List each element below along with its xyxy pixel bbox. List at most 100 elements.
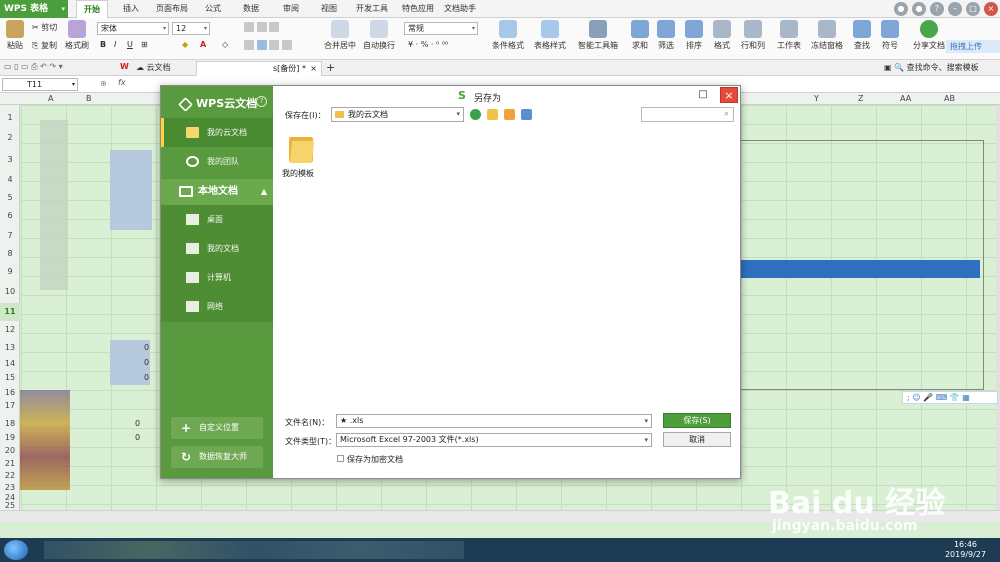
minimize-icon[interactable]: –	[948, 2, 962, 16]
sidebar-item-my-team[interactable]: 我的团队	[161, 147, 273, 176]
row-19[interactable]: 19	[0, 433, 20, 442]
worksheet-button[interactable]: 工作表	[774, 20, 804, 51]
upload-button[interactable]: 拖拽上传	[946, 40, 1000, 53]
row-8[interactable]: 8	[0, 249, 20, 258]
row-23[interactable]: 23	[0, 483, 20, 492]
column-z[interactable]: Z	[858, 93, 863, 105]
maximize-icon[interactable]: □	[696, 88, 710, 102]
settings-icon[interactable]: ●	[912, 2, 926, 16]
start-button[interactable]	[4, 540, 28, 560]
name-box[interactable]: T11 ▾	[2, 78, 78, 91]
clear-format-icon[interactable]: ◇	[222, 40, 228, 49]
bold-icon[interactable]: B	[100, 40, 106, 49]
view-mode-icon[interactable]	[521, 109, 532, 120]
column-y[interactable]: Y	[814, 93, 819, 105]
folder-item-label[interactable]: 我的模板	[282, 168, 314, 179]
row-25[interactable]: 25	[0, 501, 20, 510]
row-14[interactable]: 14	[0, 359, 20, 368]
tab-special[interactable]: 特色应用	[398, 0, 438, 18]
format-painter-button[interactable]: 格式刷	[64, 20, 90, 51]
row-3[interactable]: 3	[0, 155, 20, 164]
row-5[interactable]: 5	[0, 193, 20, 202]
up-folder-icon[interactable]	[487, 109, 498, 120]
row-9[interactable]: 9	[0, 267, 20, 276]
column-ab[interactable]: AB	[944, 93, 955, 105]
tab-insert[interactable]: 插入	[116, 0, 146, 18]
column-b[interactable]: B	[86, 93, 92, 105]
row-1[interactable]: 1	[0, 113, 20, 122]
font-size-select[interactable]: 12 ▾	[172, 22, 210, 35]
row-16[interactable]: 16	[0, 388, 20, 397]
smart-toolbox-button[interactable]: 智能工具箱	[576, 20, 620, 51]
wrap-text-button[interactable]: 自动换行	[362, 20, 396, 51]
tab-home[interactable]: 开始	[76, 0, 108, 18]
folder-icon[interactable]	[289, 137, 315, 163]
filetype-select[interactable]: Microsoft Excel 97-2003 文件(*.xls) ▾	[336, 433, 652, 447]
font-color-icon[interactable]: A	[200, 40, 206, 49]
row-18[interactable]: 18	[0, 419, 20, 428]
row-21[interactable]: 21	[0, 459, 20, 468]
filter-button[interactable]: 筛选	[654, 20, 678, 51]
taskbar-apps[interactable]	[44, 541, 464, 559]
align-top-icons[interactable]	[244, 22, 280, 32]
row-2[interactable]: 2	[0, 133, 20, 142]
underline-icon[interactable]: U	[127, 40, 133, 49]
tab-doc-assistant[interactable]: 文档助手	[440, 0, 480, 18]
close-icon[interactable]: ×	[310, 62, 317, 76]
search-input[interactable]: ⌕	[641, 107, 734, 122]
font-name-select[interactable]: 宋体 ▾	[97, 22, 169, 35]
app-menu-button[interactable]: WPS 表格 ▾	[0, 0, 68, 18]
close-icon[interactable]: ×	[984, 2, 998, 16]
quick-access-icons[interactable]: ▭ ▯ ▭ ⎙ ↶ ↷ ▾	[4, 62, 63, 72]
row-4[interactable]: 4	[0, 175, 20, 184]
conditional-format-button[interactable]: 条件格式	[486, 20, 530, 51]
cloud-docs-tab[interactable]: ☁ 云文档	[136, 62, 171, 73]
sidebar-item-my-documents[interactable]: 我的文档	[161, 234, 273, 263]
align-left-icons[interactable]	[244, 40, 292, 50]
save-button[interactable]: 保存(S)	[663, 413, 731, 428]
sidebar-item-network[interactable]: 网络	[161, 292, 273, 321]
row-6[interactable]: 6	[0, 211, 20, 220]
encrypt-checkbox[interactable]	[337, 455, 344, 462]
number-format-icons[interactable]: ¥ · % · ⁰ ⁰⁰	[408, 40, 448, 49]
column-aa[interactable]: AA	[900, 93, 911, 105]
add-tab-icon[interactable]: +	[326, 61, 335, 74]
fx-icon[interactable]: fx	[118, 78, 126, 87]
tab-formula[interactable]: 公式	[198, 0, 228, 18]
new-folder-icon[interactable]	[504, 109, 515, 120]
format-button[interactable]: 格式	[710, 20, 734, 51]
row-15[interactable]: 15	[0, 373, 20, 382]
row-11[interactable]: 11	[0, 303, 20, 321]
close-icon[interactable]: ×	[720, 87, 738, 103]
row-22[interactable]: 22	[0, 471, 20, 480]
border-icon[interactable]: ⊞	[141, 40, 148, 49]
row-20[interactable]: 20	[0, 446, 20, 455]
document-tab[interactable]: s[备份] * ×	[196, 61, 322, 76]
restore-icon[interactable]: □	[966, 2, 980, 16]
zoom-icon[interactable]: ⊕	[100, 79, 107, 88]
file-list[interactable]	[279, 126, 737, 408]
sidebar-item-my-cloud[interactable]: 我的云文档	[161, 118, 273, 147]
data-recovery-button[interactable]: ↻ 数据恢复大师	[171, 446, 263, 468]
number-format-select[interactable]: 常规 ▾	[404, 22, 478, 35]
sidebar-section-local[interactable]: 本地文档 ▲	[161, 179, 273, 205]
table-style-button[interactable]: 表格样式	[530, 20, 570, 51]
tab-review[interactable]: 审阅	[276, 0, 306, 18]
merge-center-button[interactable]: 合并居中	[318, 20, 362, 51]
filename-field[interactable]: ★ .xls ▾	[336, 414, 652, 428]
tab-developer[interactable]: 开发工具	[352, 0, 392, 18]
sum-button[interactable]: 求和	[628, 20, 652, 51]
row-10[interactable]: 10	[0, 287, 20, 296]
sidebar-item-computer[interactable]: 计算机	[161, 263, 273, 292]
rows-cols-button[interactable]: 行和列	[738, 20, 768, 51]
custom-location-button[interactable]: + 自定义位置	[171, 417, 263, 439]
fill-color-icon[interactable]: ◆	[182, 40, 188, 49]
sort-button[interactable]: 排序	[682, 20, 706, 51]
row-17[interactable]: 17	[0, 401, 20, 410]
help-icon[interactable]: ?	[930, 2, 944, 16]
skin-icon[interactable]: ●	[894, 2, 908, 16]
save-in-select[interactable]: 我的云文档 ▾	[331, 107, 464, 122]
cancel-button[interactable]: 取消	[663, 432, 731, 447]
back-icon[interactable]	[470, 109, 481, 120]
tab-view[interactable]: 视图	[314, 0, 344, 18]
